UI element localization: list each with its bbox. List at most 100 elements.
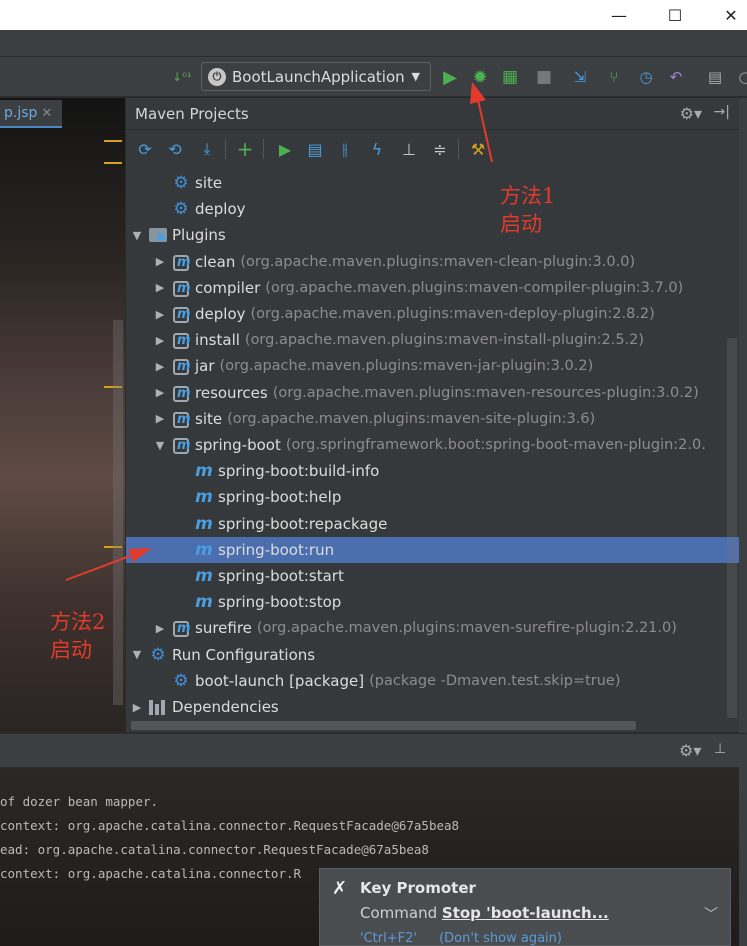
tree-row-detail: (org.apache.maven.plugins:maven-compiler… — [265, 279, 684, 296]
tree-row[interactable]: ▶ clean(org.apache.maven.plugins:maven-cl… — [126, 249, 740, 275]
vcs-update-icon[interactable]: ⇲ — [568, 65, 592, 89]
tree-row[interactable]: ⚙ site — [126, 170, 740, 196]
expanded-arrow-icon[interactable]: ▼ — [130, 648, 144, 661]
annotation-method-1: 方法1 启动 — [500, 182, 555, 238]
spring-boot-icon: ⏻ — [208, 67, 226, 86]
debug-icon[interactable]: ✹ — [468, 65, 492, 89]
revert-icon[interactable]: ↶ — [664, 65, 688, 89]
toggle-offline-icon[interactable]: ⫲ — [333, 137, 357, 161]
reimport-icon[interactable]: ⟳ — [133, 137, 157, 161]
show-dependencies-icon[interactable]: ⊥ — [397, 137, 421, 161]
tree-row[interactable]: m spring-boot:start — [126, 563, 740, 589]
tree-row-label: clean — [195, 252, 236, 271]
run-icon[interactable]: ▶ — [438, 65, 462, 89]
tree-row[interactable]: ▶ surefire(org.apache.maven.plugins:maven… — [126, 615, 740, 641]
tree-row[interactable]: ▼ spring-boot(org.springframework.boot:sp… — [126, 432, 740, 458]
horizontal-scrollbar[interactable] — [131, 721, 636, 730]
annotation-text: 启动 — [50, 638, 92, 662]
chevron-down-icon[interactable]: ﹀ — [704, 904, 718, 924]
tree-row-label: Dependencies — [172, 698, 279, 716]
execute-goal-icon[interactable]: ▤ — [303, 137, 327, 161]
project-structure-icon[interactable]: ▤ — [703, 65, 727, 89]
hide-panel-icon[interactable]: →| — [714, 104, 730, 120]
promoter-command-link[interactable]: Stop 'boot-launch... — [442, 904, 609, 922]
maven-tree: ⚙site⚙deploy▼Plugins▶clean(org.apache.ma… — [126, 170, 740, 718]
tree-row-label: site — [195, 174, 223, 192]
settings-icon[interactable]: ⚒ — [466, 137, 490, 161]
dont-show-again-link[interactable]: (Don't show again) — [439, 931, 562, 946]
maven-goal-icon: m — [195, 566, 213, 586]
maximize-button[interactable]: ☐ — [652, 0, 698, 30]
maven-goal-icon: m — [195, 461, 213, 482]
vertical-scrollbar[interactable] — [727, 338, 737, 718]
skip-tests-icon[interactable]: ϟ — [365, 137, 389, 161]
run-goal-icon[interactable]: ▶ — [273, 137, 297, 161]
collapsed-arrow-icon[interactable]: ▶ — [153, 281, 167, 294]
tree-row-label: surefire — [195, 619, 252, 638]
collapse-all-icon[interactable]: ≑ — [428, 137, 452, 161]
search-icon[interactable]: ○ — [733, 65, 747, 89]
editor-scrollbar[interactable] — [113, 320, 123, 705]
tree-row-label: Plugins — [172, 226, 226, 245]
editor-tab-label: p.jsp — [4, 105, 38, 121]
tree-row[interactable]: m spring-boot:help — [126, 484, 740, 510]
close-icon[interactable]: ✗ — [332, 878, 347, 899]
gear-icon[interactable]: ⚙▾ — [680, 104, 702, 123]
tree-row-label: Run Configurations — [172, 645, 316, 664]
tree-row[interactable]: ⚙ boot-launch [package] (package -Dmaven.t… — [126, 668, 740, 694]
tree-row[interactable]: m spring-boot:run — [126, 536, 740, 563]
toolbar-separator — [225, 139, 226, 159]
stop-icon[interactable]: ■ — [532, 65, 556, 89]
maven-plugin-icon — [171, 435, 191, 455]
gear-icon[interactable]: ⚙▾ — [679, 741, 701, 760]
tree-row[interactable]: ▶ jar(org.apache.maven.plugins:maven-jar-… — [126, 353, 740, 379]
collapsed-arrow-icon[interactable]: ▶ — [153, 386, 167, 399]
coverage-icon[interactable]: ▦ — [498, 65, 522, 89]
tree-row-detail: (org.apache.maven.plugins:maven-surefire… — [256, 620, 677, 637]
tree-row[interactable]: ▶ deploy(org.apache.maven.plugins:maven-d… — [126, 301, 740, 327]
tree-row-label: spring-boot:start — [218, 567, 344, 585]
collapsed-arrow-icon[interactable]: ▶ — [153, 360, 167, 373]
tree-row[interactable]: m spring-boot:build-info — [126, 458, 740, 484]
maven-plugin-icon — [171, 330, 191, 350]
maven-projects-panel: Maven Projects ⚙▾ →| ⟳ ⟲ ⤓ + ▶ ▤ ⫲ ϟ ⊥ ≑… — [125, 98, 740, 732]
tree-row[interactable]: ▶ Dependencies — [126, 694, 740, 720]
download-icon[interactable]: ⤓ — [195, 137, 219, 161]
tree-row[interactable]: m spring-boot:stop — [126, 589, 740, 615]
tree-row-label: resources — [195, 383, 268, 402]
gear-icon: ⚙ — [173, 670, 189, 691]
tree-row[interactable]: ▶ compiler(org.apache.maven.plugins:maven… — [126, 275, 740, 301]
close-button[interactable]: ✕ — [708, 0, 747, 30]
close-icon[interactable]: ✕ — [41, 106, 52, 121]
tree-row[interactable]: ▶ resources(org.apache.maven.plugins:mave… — [126, 380, 740, 406]
vcs-commit-icon[interactable]: ⑂ — [602, 65, 626, 89]
collapsed-arrow-icon[interactable]: ▶ — [153, 255, 167, 268]
tree-row[interactable]: m spring-boot:repackage — [126, 511, 740, 537]
add-icon[interactable]: + — [233, 137, 257, 161]
shortcut-link[interactable]: 'Ctrl+F2' — [360, 931, 417, 946]
tree-row-detail: (org.apache.maven.plugins:maven-jar-plug… — [219, 358, 594, 375]
sort-icon[interactable]: ↓⁰¹ — [170, 65, 194, 89]
collapsed-arrow-icon[interactable]: ▶ — [153, 622, 167, 635]
run-config-selector[interactable]: ⏻ BootLaunchApplication ▼ — [201, 62, 431, 91]
collapsed-arrow-icon[interactable]: ▶ — [153, 334, 167, 347]
expanded-arrow-icon[interactable]: ▼ — [153, 439, 167, 452]
history-icon[interactable]: ◷ — [634, 65, 658, 89]
maven-goal-icon: m — [195, 487, 213, 508]
tree-row[interactable]: ▶ site(org.apache.maven.plugins:maven-sit… — [126, 406, 740, 432]
tree-row[interactable]: ▼ ⚙ Run Configurations — [126, 642, 740, 668]
collapsed-arrow-icon[interactable]: ▶ — [130, 701, 144, 714]
expanded-arrow-icon[interactable]: ▼ — [130, 229, 144, 242]
collapsed-arrow-icon[interactable]: ▶ — [153, 412, 167, 425]
run-config-label: BootLaunchApplication — [232, 67, 405, 86]
collapsed-arrow-icon[interactable]: ▶ — [153, 308, 167, 321]
hide-panel-icon[interactable]: ⊥ — [714, 741, 726, 757]
maven-plugin-icon — [171, 304, 191, 324]
tree-row[interactable]: ▶ install(org.apache.maven.plugins:maven-… — [126, 327, 740, 353]
tree-row[interactable]: ▼ Plugins — [126, 222, 740, 248]
minimize-button[interactable]: — — [596, 0, 642, 30]
tree-row-detail: (org.apache.maven.plugins:maven-deploy-p… — [250, 306, 655, 322]
editor-tab[interactable]: p.jsp ✕ — [0, 100, 62, 128]
generate-sources-icon[interactable]: ⟲ — [163, 137, 187, 161]
tree-row[interactable]: ⚙ deploy — [126, 196, 740, 222]
